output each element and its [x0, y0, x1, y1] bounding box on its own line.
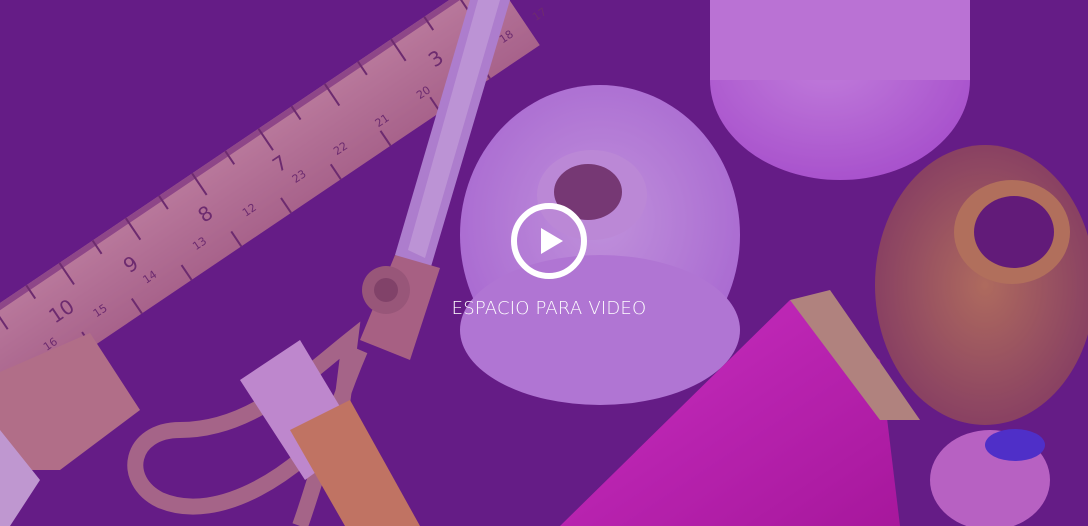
video-placeholder[interactable]: 10 9 8 7 3 16 15 14 13 12 23 22 21 20 19… [0, 0, 1088, 526]
video-caption: ESPACIO PARA VIDEO [451, 298, 647, 319]
gold-thread-spool-image [875, 145, 1088, 425]
white-thread-spool-image [460, 85, 740, 405]
play-circle-icon[interactable] [510, 202, 588, 280]
